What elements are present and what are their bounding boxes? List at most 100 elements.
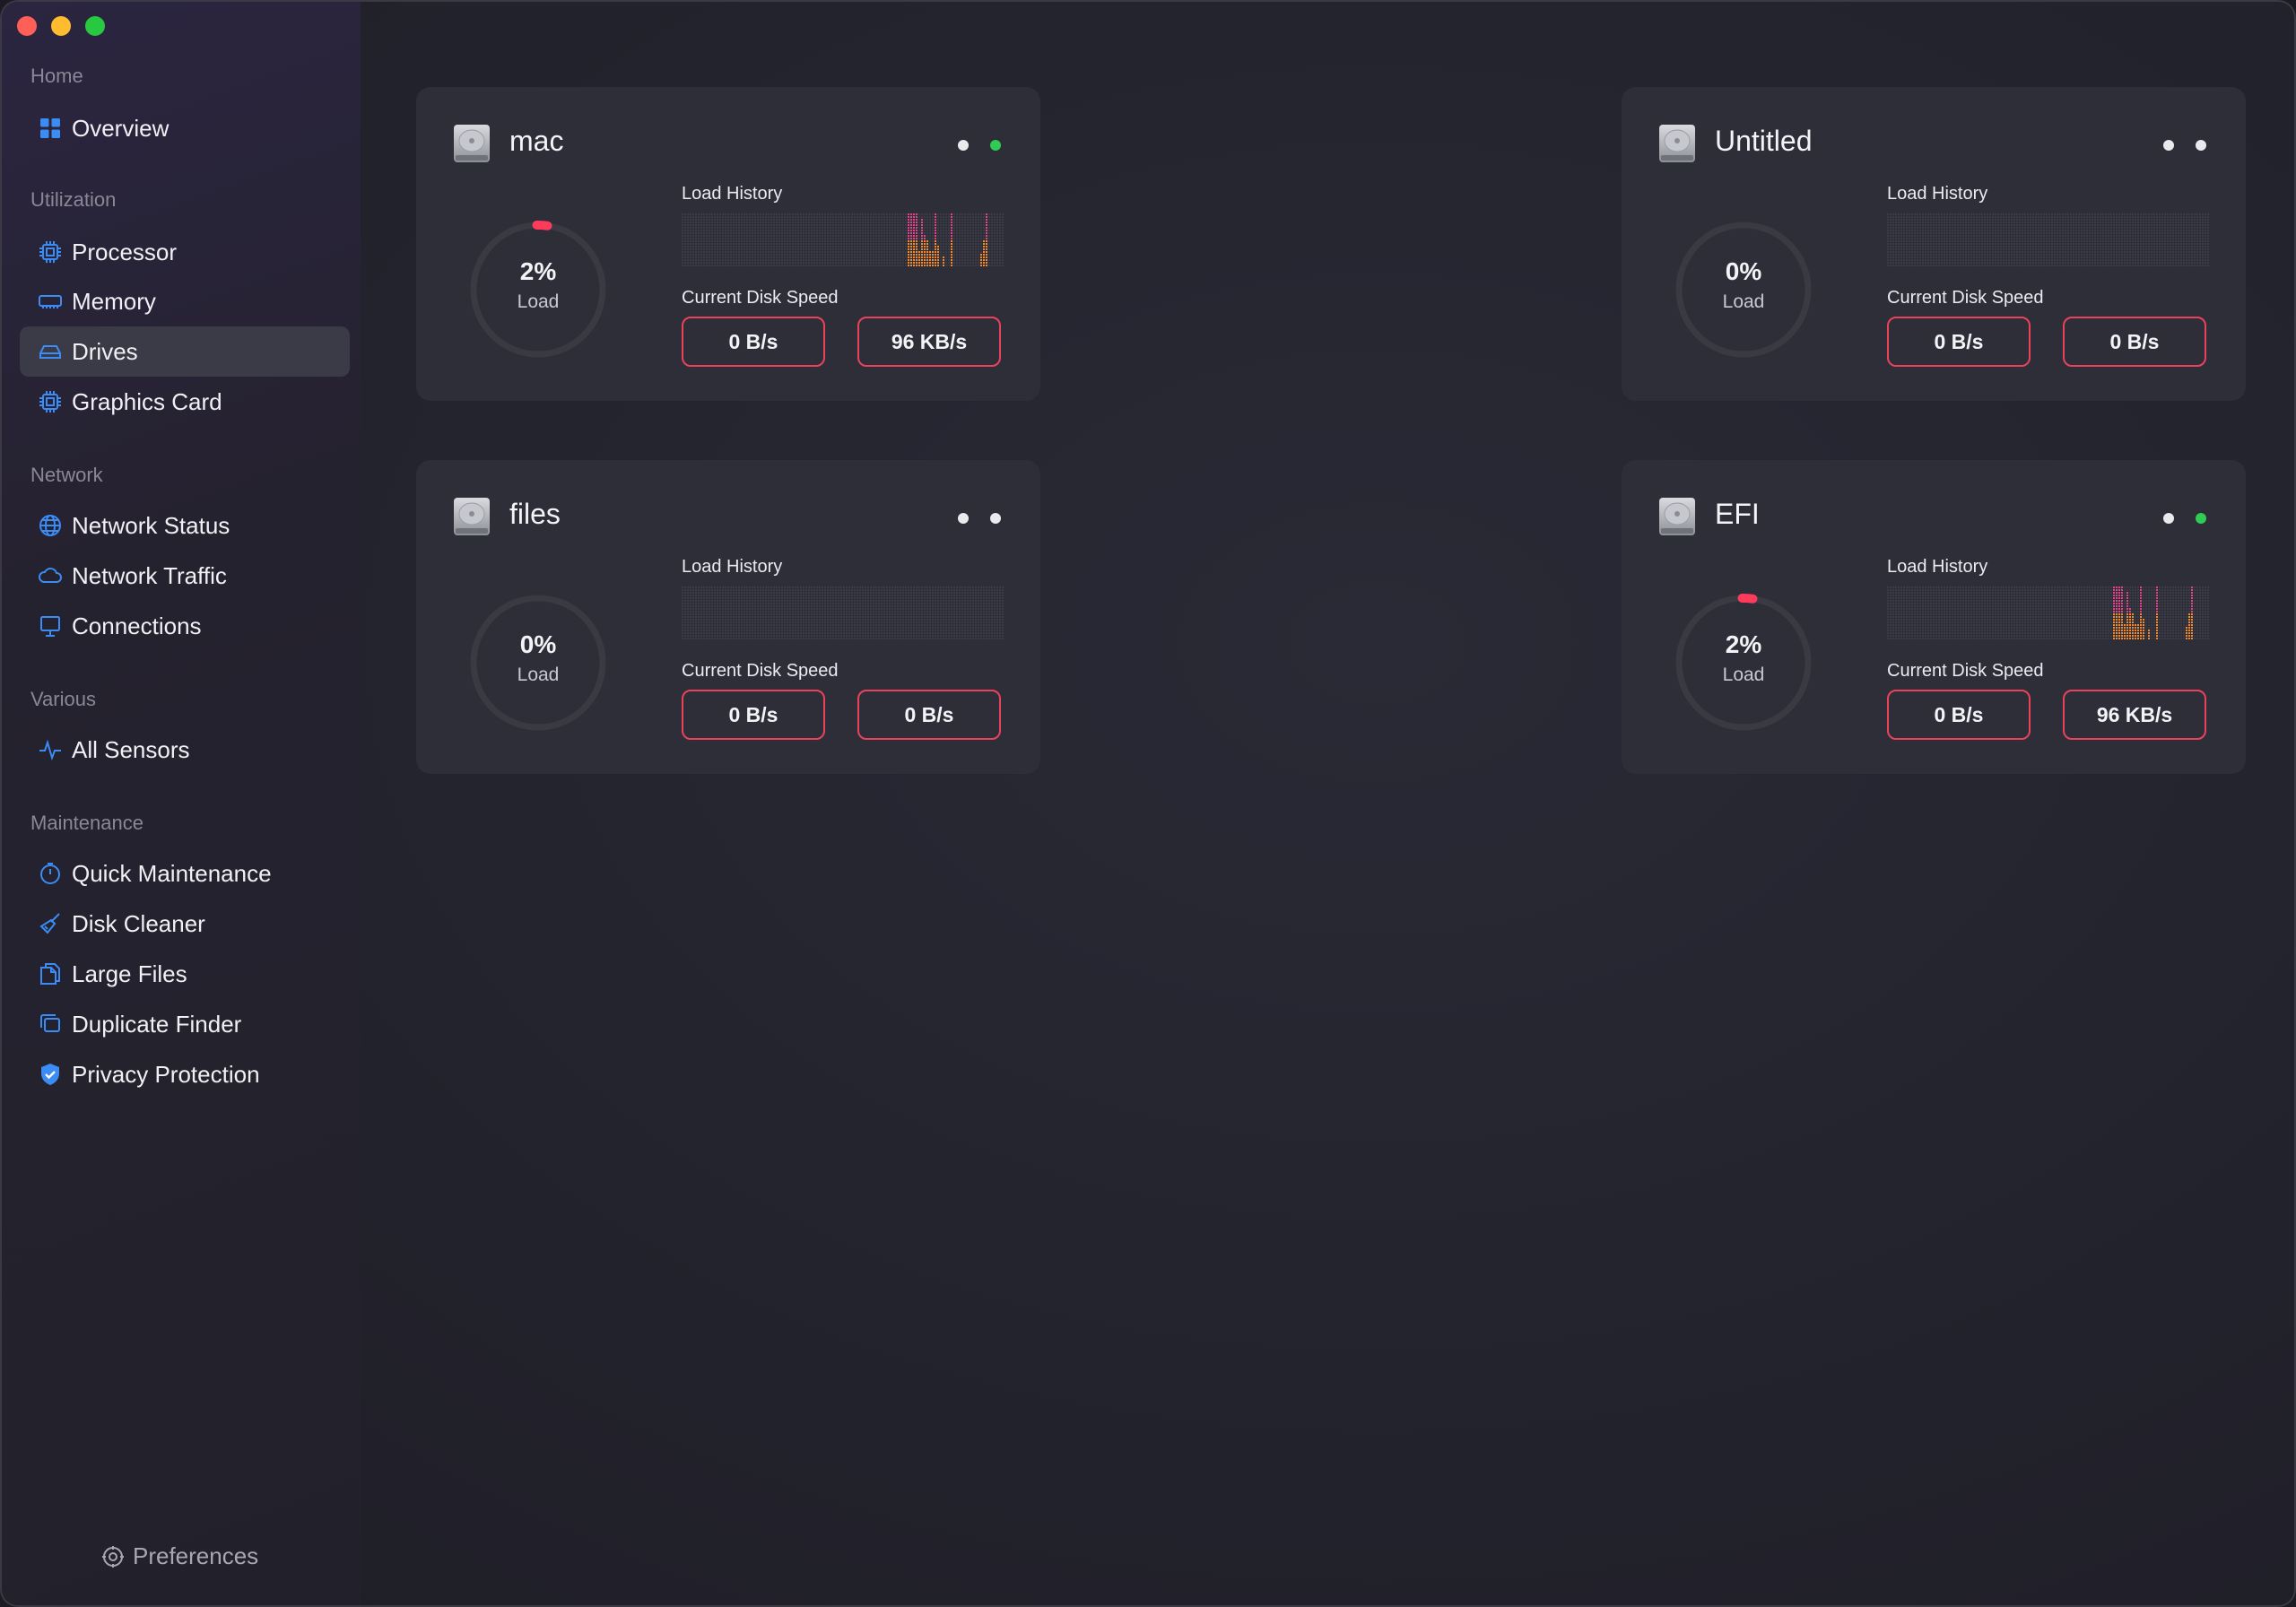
zoom-button[interactable] — [85, 16, 105, 36]
history-bar — [2116, 586, 2118, 639]
load-history-chart — [682, 586, 1004, 639]
hard-drive-icon — [454, 125, 490, 162]
history-bar — [926, 240, 928, 266]
history-bar — [2113, 586, 2115, 639]
load-history-chart — [1887, 213, 2209, 266]
sidebar-item-memory[interactable]: Memory — [20, 276, 350, 326]
load-gauge-indicator — [1737, 594, 1758, 604]
read-speed-box: 0 B/s — [1887, 690, 2031, 740]
pulse-icon — [38, 737, 63, 762]
preferences-label: Preferences — [133, 1542, 259, 1569]
sidebar-item-disk-cleaner[interactable]: Disk Cleaner — [20, 899, 350, 949]
history-bar — [918, 251, 920, 266]
sidebar-item-label: Network Status — [72, 511, 230, 539]
sidebar-item-graphics-card[interactable]: Graphics Card — [20, 377, 350, 427]
history-bar — [2191, 586, 2193, 639]
section-title-home: Home — [30, 65, 83, 87]
duplicate-icon — [38, 1012, 63, 1037]
load-gauge — [1675, 594, 1812, 731]
drive-card: Untitled 0% Load Load History Current Di… — [1622, 87, 2246, 401]
preferences-button[interactable]: Preferences — [100, 1542, 258, 1570]
load-history-label: Load History — [1887, 557, 1988, 577]
history-bar — [916, 213, 918, 266]
app-window: Home Overview Utilization Processor Memo… — [0, 0, 2296, 1607]
hard-drive-icon — [1659, 498, 1695, 535]
overview-grid-icon — [38, 116, 63, 141]
load-percent: 2% — [519, 257, 557, 285]
load-history-label: Load History — [1887, 184, 1988, 204]
history-bar — [2135, 624, 2136, 639]
drive-name: files — [509, 498, 561, 530]
sidebar-item-overview[interactable]: Overview — [20, 103, 350, 153]
history-bar — [921, 219, 923, 266]
sidebar-item-label: Large Files — [72, 960, 187, 987]
load-label: Load — [517, 291, 560, 312]
load-label: Load — [517, 665, 560, 685]
history-bar — [2132, 613, 2134, 639]
history-bar — [986, 213, 987, 266]
sidebar-item-network-traffic[interactable]: Network Traffic — [20, 551, 350, 601]
read-speed-box: 0 B/s — [1887, 317, 2031, 367]
read-speed-box: 0 B/s — [682, 690, 825, 740]
stopwatch-icon — [38, 861, 63, 886]
close-button[interactable] — [17, 16, 37, 36]
sidebar-item-large-files[interactable]: Large Files — [20, 949, 350, 999]
section-title-network: Network — [30, 464, 103, 486]
load-percent: 2% — [1725, 630, 1762, 658]
sidebar-item-processor[interactable]: Processor — [20, 227, 350, 277]
sidebar-item-label: Processor — [72, 238, 178, 265]
current-disk-speed-label: Current Disk Speed — [1887, 661, 2044, 681]
sidebar-item-label: Quick Maintenance — [72, 859, 272, 887]
history-bar — [2121, 586, 2123, 639]
history-bar — [2148, 630, 2150, 639]
sidebar-item-label: Network Traffic — [72, 561, 227, 589]
drive-card: EFI 2% Load Load History Current Disk Sp… — [1622, 460, 2246, 774]
history-bar — [937, 246, 939, 266]
window-controls — [17, 16, 105, 36]
history-bar — [951, 213, 952, 266]
hard-drive-icon — [454, 498, 490, 535]
globe-icon — [38, 513, 63, 538]
sidebar-item-drives[interactable]: Drives — [20, 326, 350, 377]
sidebar-item-label: Drives — [72, 337, 138, 365]
load-history-chart — [682, 213, 1004, 266]
activity-dot — [2196, 513, 2206, 524]
history-bar — [2124, 624, 2126, 639]
drive-icon — [38, 339, 63, 364]
hard-drive-icon — [1659, 125, 1695, 162]
broom-icon — [38, 911, 63, 936]
current-disk-speed-label: Current Disk Speed — [682, 661, 839, 681]
sidebar-item-label: Disk Cleaner — [72, 909, 205, 937]
read-speed-box: 0 B/s — [682, 317, 825, 367]
drive-name: Untitled — [1715, 125, 1813, 157]
history-bar — [2118, 586, 2120, 639]
history-bar — [2188, 613, 2190, 639]
gear-icon — [102, 1545, 124, 1568]
drive-card: files 0% Load Load History Current Disk … — [416, 460, 1040, 774]
status-dot — [2163, 140, 2174, 151]
sidebar-item-connections[interactable]: Connections — [20, 601, 350, 651]
load-gauge — [470, 595, 606, 731]
monitor-icon — [38, 613, 63, 638]
history-bar — [2143, 619, 2144, 639]
sidebar-item-label: All Sensors — [72, 735, 190, 763]
sidebar-item-duplicate-finder[interactable]: Duplicate Finder — [20, 999, 350, 1049]
load-gauge-indicator — [532, 221, 552, 230]
write-speed-box: 0 B/s — [2063, 317, 2206, 367]
activity-dot — [990, 140, 1001, 151]
history-bar — [980, 254, 982, 266]
history-bar — [910, 213, 912, 266]
section-title-maintenance: Maintenance — [30, 812, 144, 834]
sidebar-item-label: Overview — [72, 114, 170, 142]
sidebar-item-label: Duplicate Finder — [72, 1010, 242, 1038]
sidebar-item-all-sensors[interactable]: All Sensors — [20, 725, 350, 775]
status-dot — [958, 513, 969, 524]
load-percent: 0% — [519, 630, 557, 658]
history-bar — [913, 213, 915, 266]
processor-icon — [38, 239, 63, 265]
sidebar-item-privacy-protection[interactable]: Privacy Protection — [20, 1049, 350, 1099]
sidebar-item-quick-maintenance[interactable]: Quick Maintenance — [20, 848, 350, 899]
minimize-button[interactable] — [51, 16, 71, 36]
drive-name: mac — [509, 125, 564, 157]
sidebar-item-network-status[interactable]: Network Status — [20, 500, 350, 551]
